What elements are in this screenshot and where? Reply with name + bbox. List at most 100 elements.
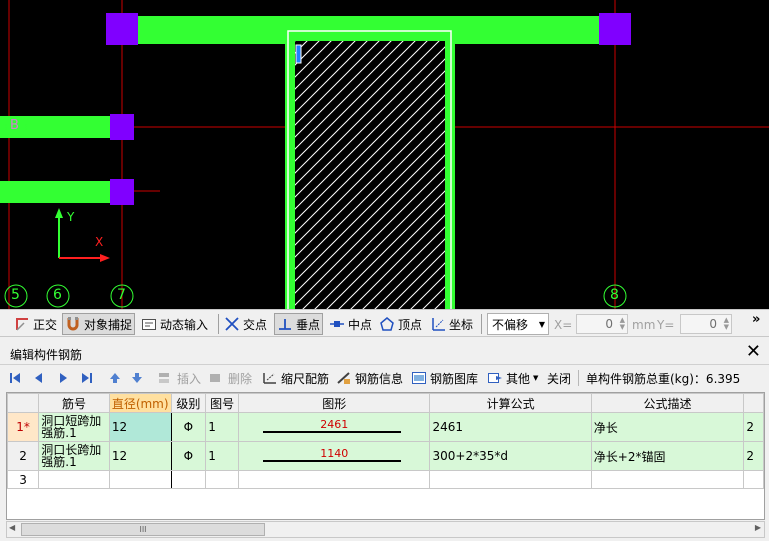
- panel-title: 编辑构件钢筋: [10, 348, 83, 362]
- previous-icon: [35, 373, 42, 383]
- delete-button[interactable]: 删除: [209, 369, 252, 387]
- move-down-button[interactable]: [130, 369, 144, 387]
- cell-shape[interactable]: 2461: [237, 412, 431, 442]
- x-input[interactable]: 0 ▲ ▼: [576, 314, 628, 334]
- header-bar-no[interactable]: 筋号: [38, 393, 110, 413]
- row-index[interactable]: 2: [7, 441, 40, 471]
- cell-bar-name[interactable]: [38, 470, 110, 489]
- table-row[interactable]: 2 洞口长跨加强筋.1 12 Φ 1 1140 300+2*35*d 净长+2*…: [7, 441, 764, 471]
- cad-canvas[interactable]: B 5 6 7 8 Y X: [0, 0, 769, 309]
- rebar-library-button[interactable]: 钢筋图库: [411, 369, 478, 387]
- vertex-snap[interactable]: 顶点: [379, 313, 422, 335]
- midpoint-icon: [329, 316, 345, 332]
- panel-header: 编辑构件钢筋 ✕: [0, 341, 769, 365]
- midpoint-label: 中点: [348, 317, 373, 332]
- cell-formula[interactable]: 2461: [429, 412, 592, 442]
- intersection-icon: [224, 316, 240, 332]
- total-weight: 单构件钢筋总重(kg)：6.395: [586, 371, 741, 386]
- header-extra[interactable]: [743, 393, 764, 413]
- header-grade[interactable]: 级别: [170, 393, 207, 413]
- rebar-info-button[interactable]: 钢筋信息: [336, 369, 403, 387]
- offset-mode-select[interactable]: 不偏移 ▼: [487, 313, 549, 335]
- next-icon: [60, 373, 67, 383]
- cell-diameter[interactable]: [108, 470, 172, 489]
- header-formula-desc[interactable]: 公式描述: [590, 393, 745, 413]
- scroll-thumb[interactable]: III: [21, 523, 265, 536]
- scroll-grip: III: [139, 525, 147, 534]
- cell-formula[interactable]: [429, 470, 592, 489]
- header-formula[interactable]: 计算公式: [429, 393, 592, 413]
- cell-figure-no[interactable]: 1: [205, 441, 239, 471]
- object-snap-toggle[interactable]: 对象捕捉: [62, 313, 136, 335]
- close-icon[interactable]: ✕: [746, 341, 761, 362]
- x-value: 0: [605, 317, 613, 331]
- last-record-button[interactable]: [80, 369, 94, 387]
- rebar-shape-diagram: 2461: [241, 414, 428, 440]
- cell-figure-no[interactable]: [205, 470, 239, 489]
- chevron-down-icon: ▼: [538, 319, 546, 329]
- next-record-button[interactable]: [56, 369, 70, 387]
- dynamic-input-icon: [141, 316, 157, 332]
- other-menu-button[interactable]: 其他 ▼: [487, 369, 538, 387]
- cell-bar-name[interactable]: 洞口长跨加强筋.1: [38, 441, 110, 471]
- close-panel-button[interactable]: 关闭: [547, 369, 571, 387]
- first-record-button[interactable]: [8, 369, 22, 387]
- spinner-icon[interactable]: ▲ ▼: [620, 317, 625, 331]
- rebar-library-label: 钢筋图库: [430, 371, 479, 386]
- cell-formula-desc[interactable]: [590, 470, 745, 489]
- spinner-icon[interactable]: ▲ ▼: [724, 317, 729, 331]
- other-label: 其他: [506, 371, 531, 386]
- insert-button[interactable]: 插入: [158, 369, 201, 387]
- scale-rebar-button[interactable]: 缩尺配筋: [262, 369, 329, 387]
- y-input[interactable]: 0 ▲ ▼: [680, 314, 732, 334]
- ortho-toggle[interactable]: 正交: [14, 313, 57, 335]
- cell-extra[interactable]: [743, 470, 764, 489]
- cell-grade[interactable]: Φ: [170, 441, 207, 471]
- cell-diameter[interactable]: 12: [108, 441, 172, 471]
- scroll-left-icon[interactable]: ◀: [9, 523, 15, 532]
- horizontal-scrollbar[interactable]: ◀ III ▶: [6, 521, 765, 538]
- dynamic-input-toggle[interactable]: 动态输入: [141, 313, 208, 335]
- vertex-icon: [379, 316, 395, 332]
- cell-extra[interactable]: 2: [743, 412, 764, 442]
- intersection-snap[interactable]: 交点: [224, 313, 267, 335]
- rebar-grid[interactable]: 筋号 直径(mm) 级别 图号 图形 计算公式 公式描述 1* 洞口短跨加强筋.…: [6, 392, 765, 520]
- column-7-lower: [110, 179, 134, 205]
- cell-shape[interactable]: [237, 470, 431, 489]
- perpendicular-snap[interactable]: 垂点: [274, 313, 324, 335]
- header-shape[interactable]: 图形: [237, 393, 431, 413]
- cell-shape[interactable]: 1140: [237, 441, 431, 471]
- axis-label-7: 7: [117, 287, 126, 303]
- cell-bar-name[interactable]: 洞口短跨加强筋.1: [38, 412, 110, 442]
- cell-formula-desc[interactable]: 净长: [590, 412, 745, 442]
- scroll-right-icon[interactable]: ▶: [755, 523, 761, 532]
- cell-figure-no[interactable]: 1: [205, 412, 239, 442]
- axis-label-8: 8: [610, 287, 619, 303]
- shape-length: 1140: [320, 447, 349, 460]
- object-snap-label: 对象捕捉: [84, 317, 133, 332]
- header-index: [7, 393, 40, 413]
- cell-grade[interactable]: [170, 470, 207, 489]
- cell-grade[interactable]: Φ: [170, 412, 207, 442]
- cell-diameter[interactable]: 12: [108, 412, 172, 442]
- cell-formula[interactable]: 300+2*35*d: [429, 441, 592, 471]
- header-diameter[interactable]: 直径(mm): [108, 393, 172, 413]
- other-icon: [488, 373, 502, 383]
- midpoint-snap[interactable]: 中点: [329, 313, 372, 335]
- table-row[interactable]: 3: [7, 470, 764, 489]
- move-up-button[interactable]: [108, 369, 122, 387]
- delete-icon: [210, 374, 220, 382]
- more-chevron-icon[interactable]: »: [752, 312, 760, 327]
- cell-formula-desc[interactable]: 净长+2*锚固: [590, 441, 745, 471]
- delete-label: 删除: [228, 371, 253, 386]
- cell-extra[interactable]: 2: [743, 441, 764, 471]
- unit-label: mm: [632, 318, 656, 332]
- ortho-icon: [14, 316, 30, 332]
- insert-label: 插入: [177, 371, 202, 386]
- header-figure-no[interactable]: 图号: [205, 393, 239, 413]
- coordinate-snap[interactable]: 坐标: [430, 313, 473, 335]
- row-index[interactable]: 1*: [7, 412, 40, 442]
- previous-record-button[interactable]: [32, 369, 46, 387]
- row-index[interactable]: 3: [7, 470, 40, 489]
- table-row[interactable]: 1* 洞口短跨加强筋.1 12 Φ 1 2461 2461 净长 2: [7, 412, 764, 442]
